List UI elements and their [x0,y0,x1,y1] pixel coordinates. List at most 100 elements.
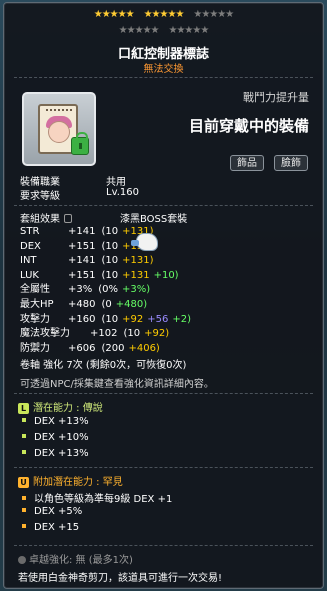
additional-potential-grade: 罕見 [102,477,123,488]
star-group: ★★★★★ [193,9,234,20]
star-group: ★★★★★ [168,25,210,36]
stat-label: 最大HP [20,299,54,310]
bullet-icon [22,524,26,528]
stat-bonus: +3%) [122,284,151,296]
legendary-badge-icon: L [18,403,29,414]
star-force-text: 卓越強化: 無 (最多1次) [29,555,133,566]
tag-accessory: 飾品 [230,155,264,171]
stat-base: (0% [98,284,119,296]
set-effect-label: 套組效果 [20,214,60,225]
potential-text: DEX +15 [34,522,80,533]
potential-text: DEX +5% [34,506,83,517]
potential-line: DEX +15 [22,522,79,533]
stat-total: +160 [68,313,96,325]
stat-bonus: +406) [128,342,160,354]
stat-label: DEX [20,240,41,252]
stat-row: 攻擊力 +160 (10 +92 +56 +2) [20,313,195,327]
stat-total: +141 [68,255,96,267]
bullet-icon [22,418,26,422]
cursor-glove-icon [131,233,158,251]
stat-label: 攻擊力 [20,313,50,325]
divider [14,393,313,394]
stat-base: (0 [101,299,112,310]
potential-header: L 潛在能力 : 傳說 [18,399,103,414]
bullet-icon [22,508,26,512]
stat-row: 防禦力 +606 (200 +406) [20,342,164,356]
bullet-icon [22,496,26,500]
stat-bonus: +92 [122,313,144,325]
stat-bonus: +480) [115,299,148,310]
stat-base: (10 [123,328,141,340]
stat-total: +606 [68,342,96,354]
stat-bonus: +131) [122,255,154,267]
decor [48,121,70,143]
potential-header-prefix: 潛在能力 : [33,403,83,414]
stat-bonus: +92) [144,328,170,340]
stat-base: (200 [101,342,125,354]
potential-line: DEX +13% [22,448,89,459]
lock-icon [71,132,89,155]
stat-base: (10 [101,240,119,252]
stat-row: LUK +151 (10 +131 +10) [20,269,183,283]
potential-line: DEX +5% [22,506,82,517]
divider [14,545,313,546]
divider [14,205,313,206]
divider [14,77,313,78]
power-increase-label: 戰鬥力提升量 [243,91,309,104]
stat-row: INT +141 (10 +131) [20,254,157,268]
item-tooltip: ★★★★★ ★★★★★ ★★★★★ ★★★★★ ★★★★★ 口紅控制器標誌 無法交換 … [3,2,324,589]
bullet-icon [22,434,26,438]
potential-text: DEX +13% [34,416,89,427]
stat-label: LUK [20,269,39,281]
stat-base: (10 [101,269,119,281]
set-name: 漆黑BOSS套裝 [120,214,188,225]
equipped-label: 目前穿戴中的裝備 [188,117,309,135]
set-info-icon[interactable] [64,214,72,223]
potential-line: DEX +10% [22,432,89,443]
star-force-row-2: ★★★★★ ★★★★★ [4,25,323,37]
set-effect-row: 套組效果 漆黑BOSS套裝 [20,210,187,225]
stat-base: (10 [101,255,119,267]
scissors-notice: 若使用白金神奇剪刀，該道具可進行一次交易! [18,573,223,584]
stat-bonus: +10) [153,269,179,281]
level-label: 要求等級 [20,191,60,202]
level-value: Lv.160 [106,187,139,198]
potential-line: DEX +13% [22,416,89,427]
stat-label: 防禦力 [20,342,50,354]
stat-label: INT [20,255,37,267]
stat-base: (10 [101,313,119,325]
bullet-icon [22,450,26,454]
star-group: ★★★★★ [118,25,160,36]
unique-badge-icon: U [18,477,29,488]
item-icon-frame [22,92,96,166]
scroll-info: 卷軸 強化 7次 (剩餘0次，可恢復0次) [20,360,187,371]
potential-text: DEX +10% [34,432,89,443]
stat-label: STR [20,226,40,237]
stat-total: +141 [68,226,96,237]
potential-text: 以角色等級為準每9級 DEX +1 [34,494,173,505]
star-force-icon [18,556,26,564]
stat-total: +151 [68,269,96,281]
star-group: ★★★★★ [143,9,185,20]
stat-label: 全屬性 [20,284,50,296]
potential-grade: 傳說 [82,403,103,414]
stat-bonus: +2) [172,313,191,325]
potential-text: DEX +13% [34,448,89,459]
divider [14,467,313,468]
stat-total: +3% [68,284,93,296]
additional-potential-header-prefix: 附加潛在能力 : [33,477,103,488]
stat-row: 魔法攻擊力 +102 (10 +92) [20,327,173,341]
tag-face: 臉飾 [274,155,308,171]
stat-label: 魔法攻擊力 [20,328,70,340]
star-group: ★★★★★ [93,9,135,20]
star-force-info: 卓越強化: 無 (最多1次) [18,551,133,566]
star-force-row-1: ★★★★★ ★★★★★ ★★★★★ [4,9,323,21]
decor [46,109,72,112]
stat-row: 全屬性 +3% (0% +3%) [20,283,154,297]
stat-bonus: +131 [122,269,150,281]
stat-total: +480 [68,299,96,310]
stat-row: 最大HP +480 (0 +480) [20,298,151,312]
stat-total: +151 [68,240,96,252]
potential-line: 以角色等級為準每9級 DEX +1 [22,490,172,505]
trade-status: 無法交換 [143,64,184,75]
